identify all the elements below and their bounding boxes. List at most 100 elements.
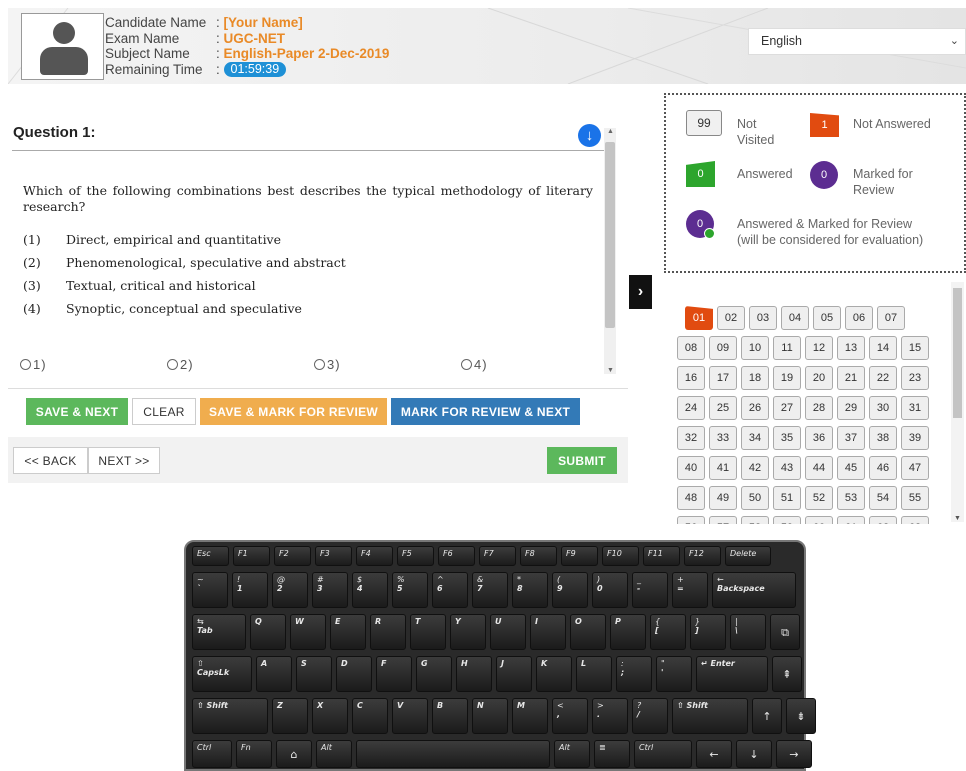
palette-question-button[interactable]: 19 <box>773 366 801 390</box>
palette-question-button[interactable]: 44 <box>805 456 833 480</box>
answer-radio-1[interactable]: 1) <box>20 357 47 372</box>
palette-question-button[interactable]: 17 <box>709 366 737 390</box>
palette-question-button[interactable]: 22 <box>869 366 897 390</box>
palette-question-button[interactable]: 10 <box>741 336 769 360</box>
question-scrollbar[interactable]: ▲ ▼ <box>604 128 616 374</box>
palette-question-button[interactable]: 14 <box>869 336 897 360</box>
keyboard-key: H <box>456 656 492 692</box>
palette-question-button[interactable]: 35 <box>773 426 801 450</box>
palette-question-button[interactable]: 36 <box>805 426 833 450</box>
keyboard-key: #3 <box>312 572 348 608</box>
palette-question-button[interactable]: 40 <box>677 456 705 480</box>
palette-question-button[interactable]: 30 <box>869 396 897 420</box>
palette-question-button[interactable]: 15 <box>901 336 929 360</box>
palette-question-button[interactable]: 57 <box>709 516 737 524</box>
language-select[interactable]: English ⌄ <box>748 28 966 55</box>
palette-question-button[interactable]: 32 <box>677 426 705 450</box>
palette-question-button[interactable]: 25 <box>709 396 737 420</box>
palette-question-button[interactable]: 58 <box>741 516 769 524</box>
scrollbar-thumb[interactable] <box>605 142 615 328</box>
answer-radio-2[interactable]: 2) <box>167 357 194 372</box>
palette-scrollbar[interactable]: ▼ <box>951 282 964 522</box>
palette-question-button[interactable]: 38 <box>869 426 897 450</box>
keyboard-key: N <box>472 698 508 734</box>
keyboard-key: F7 <box>479 546 516 566</box>
palette-question-button[interactable]: 31 <box>901 396 929 420</box>
palette-question-button[interactable]: 53 <box>837 486 865 510</box>
palette-question-button[interactable]: 49 <box>709 486 737 510</box>
palette-question-button[interactable]: 45 <box>837 456 865 480</box>
chevron-right-icon[interactable]: › <box>629 275 652 309</box>
palette-question-button[interactable]: 39 <box>901 426 929 450</box>
palette-question-button[interactable]: 33 <box>709 426 737 450</box>
palette-question-button[interactable]: 34 <box>741 426 769 450</box>
back-button[interactable]: << BACK <box>13 447 88 474</box>
palette-question-button[interactable]: 04 <box>781 306 809 330</box>
palette-question-button[interactable]: 02 <box>717 306 745 330</box>
palette-question-button[interactable]: 03 <box>749 306 777 330</box>
palette-question-button[interactable]: 05 <box>813 306 841 330</box>
palette-question-button[interactable]: 24 <box>677 396 705 420</box>
palette-question-button[interactable]: 46 <box>869 456 897 480</box>
palette-question-button[interactable]: 37 <box>837 426 865 450</box>
palette-question-button[interactable]: 60 <box>805 516 833 524</box>
marked-review-badge: 0 <box>810 161 838 189</box>
palette-question-button[interactable]: 28 <box>805 396 833 420</box>
palette-question-button[interactable]: 56 <box>677 516 705 524</box>
palette-scrollbar-thumb[interactable] <box>953 288 962 418</box>
keyboard-key: % 5 <box>392 572 428 608</box>
palette-question-button[interactable]: 26 <box>741 396 769 420</box>
keyboard-key: | \ <box>730 614 766 650</box>
palette-question-button[interactable]: 23 <box>901 366 929 390</box>
palette-question-button[interactable]: 06 <box>845 306 873 330</box>
palette-question-button[interactable]: 55 <box>901 486 929 510</box>
answer-radio-3[interactable]: 3) <box>314 357 341 372</box>
save-next-button[interactable]: SAVE & NEXT <box>26 398 128 425</box>
answer-radio-4[interactable]: 4) <box>461 357 488 372</box>
palette-question-button[interactable]: 07 <box>877 306 905 330</box>
palette-question-button[interactable]: 42 <box>741 456 769 480</box>
palette-scroll-down-icon[interactable]: ▼ <box>954 515 961 522</box>
palette-question-button[interactable]: 09 <box>709 336 737 360</box>
palette-question-button[interactable]: 61 <box>837 516 865 524</box>
palette-question-button[interactable]: 13 <box>837 336 865 360</box>
palette-question-button[interactable]: 47 <box>901 456 929 480</box>
scroll-down-icon[interactable]: ↓ <box>578 124 601 147</box>
scroll-down-arrow-icon[interactable]: ▼ <box>607 367 614 374</box>
palette-question-button[interactable]: 51 <box>773 486 801 510</box>
palette-question-button[interactable]: 18 <box>741 366 769 390</box>
palette-question-button[interactable]: 08 <box>677 336 705 360</box>
answered-marked-label: Answered & Marked for Review (will be con… <box>737 217 924 247</box>
palette-question-button[interactable]: 16 <box>677 366 705 390</box>
palette-question-button[interactable]: 27 <box>773 396 801 420</box>
keyboard-key: X <box>312 698 348 734</box>
palette-question-button[interactable]: 12 <box>805 336 833 360</box>
palette-question-button[interactable]: 29 <box>837 396 865 420</box>
palette-question-button[interactable]: 52 <box>805 486 833 510</box>
save-mark-review-button[interactable]: SAVE & MARK FOR REVIEW <box>200 398 387 425</box>
palette-question-button[interactable]: 50 <box>741 486 769 510</box>
keyboard-image: Esc F1 F2 F3 F4 F5 F6 F7 F8 F9 F10 F11 F12 Delete ~ `! 1… <box>184 540 816 771</box>
subject-name-label: Subject Name <box>105 46 190 61</box>
next-button[interactable]: NEXT >> <box>88 447 160 474</box>
keyboard-key: F8 <box>520 546 557 566</box>
palette-question-button[interactable]: 43 <box>773 456 801 480</box>
palette-question-button[interactable]: 41 <box>709 456 737 480</box>
submit-button[interactable]: SUBMIT <box>547 447 617 474</box>
mark-review-next-button[interactable]: MARK FOR REVIEW & NEXT <box>391 398 580 425</box>
palette-question-button[interactable]: 20 <box>805 366 833 390</box>
palette-question-button[interactable]: 21 <box>837 366 865 390</box>
keyboard-key: F2 <box>274 546 311 566</box>
palette-question-button[interactable]: 59 <box>773 516 801 524</box>
palette-question-button[interactable]: 63 <box>901 516 929 524</box>
keyboard-key <box>356 740 550 768</box>
clear-button[interactable]: CLEAR <box>132 398 196 425</box>
palette-question-button[interactable]: 54 <box>869 486 897 510</box>
palette-question-button[interactable]: 11 <box>773 336 801 360</box>
not-answered-label: Not Answered <box>853 117 931 131</box>
palette-question-button[interactable]: 01 <box>685 306 713 330</box>
palette-question-button[interactable]: 48 <box>677 486 705 510</box>
scroll-up-arrow-icon[interactable]: ▲ <box>607 128 614 135</box>
keyboard-key: ⇟ <box>786 698 816 734</box>
palette-question-button[interactable]: 62 <box>869 516 897 524</box>
